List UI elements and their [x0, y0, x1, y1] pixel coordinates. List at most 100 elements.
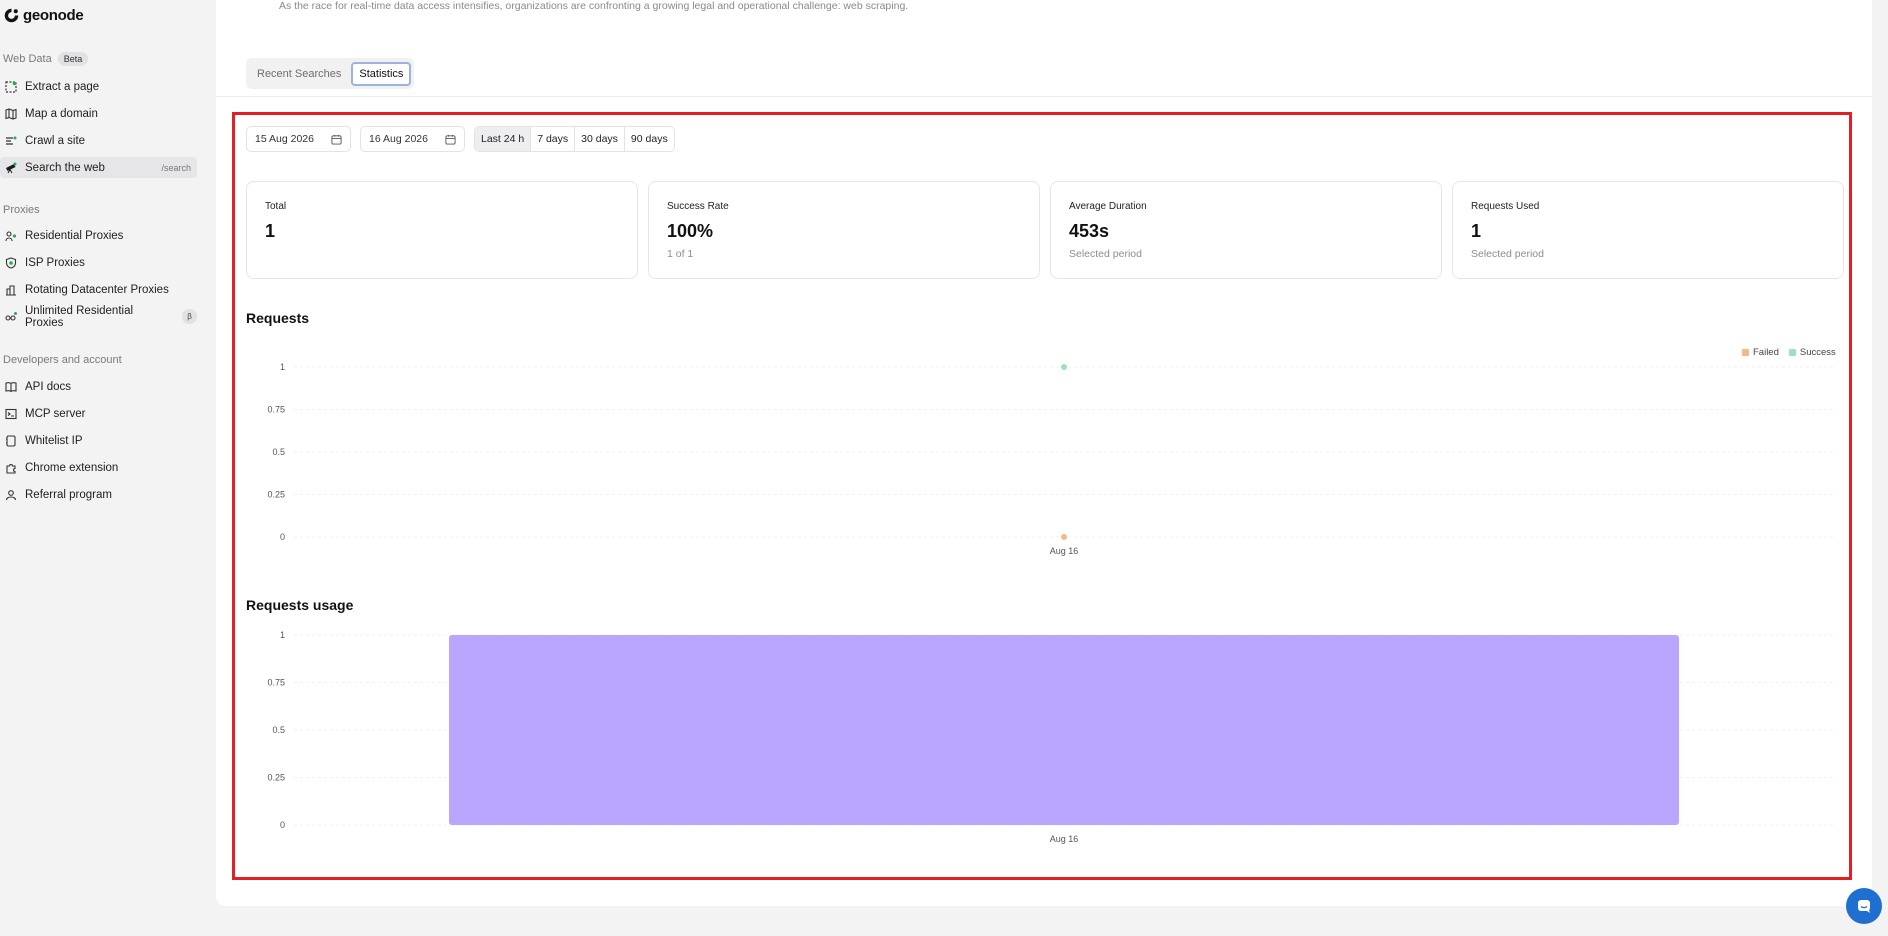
chat-icon [1858, 900, 1870, 913]
map-icon [5, 107, 17, 120]
nav-label: Extract a page [25, 80, 100, 93]
stat-sub: Selected period [1069, 248, 1142, 260]
view-tabs: Recent Searches Statistics [246, 58, 415, 89]
y-tick-label: 0.75 [267, 405, 285, 415]
range-selector: Last 24 h 7 days 30 days 90 days [474, 126, 675, 152]
nav-unlimited-residential[interactable]: Unlimited Residential Proxies β [0, 304, 197, 329]
intro-text: As the race for real-time data access in… [279, 0, 909, 12]
stat-card-average-duration: Average Duration 453s Selected period [1050, 181, 1442, 279]
nav-extract-page[interactable]: Extract a page [0, 76, 197, 97]
calendar-icon [445, 134, 456, 145]
tab-statistics[interactable]: Statistics [351, 61, 412, 86]
nav-label: Unlimited Residential Proxies [25, 304, 134, 329]
nav-isp-proxies[interactable]: ISP Proxies [0, 252, 197, 273]
shortcut-hint: /search [161, 162, 191, 173]
range-last-24h[interactable]: Last 24 h [475, 127, 531, 151]
nav-label: MCP server [25, 407, 86, 420]
y-tick-label: 1 [280, 630, 285, 640]
geonode-logo-icon [4, 8, 19, 23]
terminal-icon [5, 408, 17, 420]
y-tick-label: 0.25 [267, 490, 285, 500]
nav-label: Referral program [25, 488, 112, 501]
extract-icon [5, 80, 17, 93]
nav-api-docs[interactable]: API docs [0, 376, 197, 397]
point-success [1061, 364, 1067, 370]
nav-label: Chrome extension [25, 461, 119, 474]
range-90-days[interactable]: 90 days [623, 127, 674, 151]
section-label: Developers and account [3, 354, 122, 366]
stat-card-success-rate: Success Rate 100% 1 of 1 [648, 181, 1040, 279]
section-web-data: Web Data Beta [3, 52, 89, 66]
point-failed [1061, 534, 1067, 540]
y-tick-label: 1 [280, 362, 285, 372]
start-date-value: 15 Aug 2026 [255, 133, 314, 145]
y-tick-label: 0.5 [272, 725, 285, 735]
sidebar: geonode Web Data Beta Extract a page Map… [0, 0, 205, 936]
crawl-icon [5, 135, 17, 147]
isp-shield-icon [5, 256, 17, 269]
stat-value: 1 [1471, 221, 1482, 241]
stat-label: Requests Used [1471, 201, 1540, 212]
nav-label: Crawl a site [25, 134, 86, 147]
datacenter-icon [5, 284, 17, 296]
stat-label: Average Duration [1069, 201, 1147, 212]
stat-label: Total [265, 201, 287, 212]
nav-whitelist-ip[interactable]: Whitelist IP [0, 430, 197, 451]
section-proxies: Proxies [3, 204, 40, 216]
nav-chrome-extension[interactable]: Chrome extension [0, 457, 197, 478]
nav-label: API docs [25, 380, 72, 393]
telescope-icon [5, 162, 17, 174]
y-tick-label: 0.75 [267, 678, 285, 688]
requests-chart: 0 0.25 0.5 0.75 1 Aug 16 [267, 362, 1834, 556]
y-tick-label: 0.5 [272, 447, 285, 457]
nav-label: Rotating Datacenter Proxies [25, 283, 169, 296]
stat-card-total: Total 1 [246, 181, 638, 279]
usage-bar [449, 635, 1679, 825]
nav-datacenter-proxies[interactable]: Rotating Datacenter Proxies [0, 279, 197, 300]
divider [216, 96, 1872, 97]
end-date-value: 16 Aug 2026 [369, 133, 428, 145]
range-7-days[interactable]: 7 days [530, 127, 575, 151]
nav-crawl-site[interactable]: Crawl a site [0, 130, 197, 151]
nav-label: Map a domain [25, 107, 98, 120]
nav-mcp-server[interactable]: MCP server [0, 403, 197, 424]
x-tick-label: Aug 16 [1050, 834, 1079, 844]
stat-card-requests-used: Requests Used 1 Selected period [1452, 181, 1844, 279]
brand-name: geonode [23, 7, 84, 24]
user-icon [5, 489, 17, 501]
requests-chart-title: Requests [246, 310, 310, 326]
start-date-input[interactable]: 15 Aug 2026 [246, 126, 351, 152]
brand-logo[interactable]: geonode [3, 7, 84, 24]
tab-recent-searches[interactable]: Recent Searches [249, 62, 349, 86]
range-30-days[interactable]: 30 days [574, 127, 624, 151]
beta-badge: Beta [57, 52, 89, 66]
section-label: Proxies [3, 204, 40, 216]
book-icon [5, 381, 17, 393]
y-tick-label: 0 [280, 532, 285, 542]
section-label: Web Data [3, 53, 52, 65]
section-developers: Developers and account [3, 354, 122, 366]
nav-referral-program[interactable]: Referral program [0, 484, 197, 505]
nav-label: ISP Proxies [25, 256, 85, 269]
chat-launcher-button[interactable] [1846, 888, 1882, 924]
unlimited-icon [5, 311, 17, 323]
stat-sub: 1 of 1 [667, 248, 694, 260]
residential-icon [5, 230, 17, 242]
usage-chart: 0 0.25 0.5 0.75 1 Aug 16 [267, 630, 1834, 844]
nav-residential-proxies[interactable]: Residential Proxies [0, 225, 197, 246]
legend-swatch-failed [1742, 349, 1749, 356]
usage-chart-title: Requests usage [246, 597, 354, 613]
nav-label: Residential Proxies [25, 229, 124, 242]
beta-badge: β [182, 309, 197, 324]
stat-sub: Selected period [1471, 248, 1544, 260]
stat-value: 453s [1069, 221, 1110, 241]
nav-search-web[interactable]: Search the web /search [0, 157, 197, 178]
legend-swatch-success [1788, 349, 1796, 356]
stat-label: Success Rate [667, 201, 729, 212]
nav-label: Search the web [25, 161, 105, 174]
nav-map-domain[interactable]: Map a domain [0, 103, 197, 124]
y-tick-label: 0.25 [267, 773, 285, 783]
y-tick-label: 0 [280, 820, 285, 830]
end-date-input[interactable]: 16 Aug 2026 [360, 126, 465, 152]
x-tick-label: Aug 16 [1050, 546, 1079, 556]
